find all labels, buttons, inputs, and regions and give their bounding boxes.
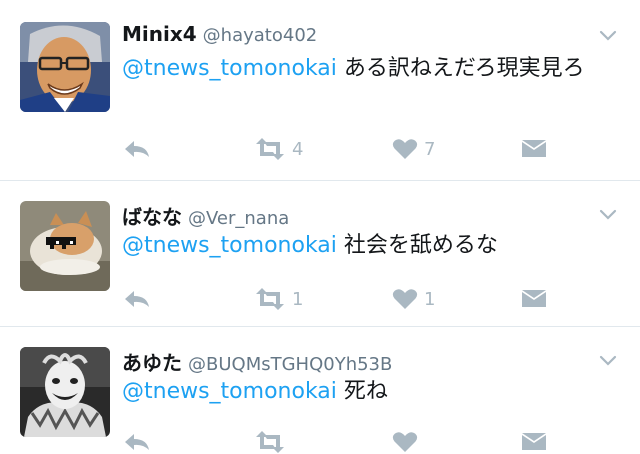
direct-message-button[interactable] — [520, 134, 548, 164]
tweet-text: @tnews_tomonokai ある訳ねえだろ現実見ろ — [122, 52, 627, 86]
clown-ruff-avatar — [20, 347, 110, 437]
retweet-icon — [256, 138, 284, 160]
retweet-button[interactable]: 4 — [254, 134, 303, 164]
direct-message-button[interactable] — [520, 427, 548, 454]
grinning-man-glasses-avatar — [20, 22, 110, 112]
like-button[interactable]: 7 — [392, 134, 435, 164]
chevron-down-icon[interactable] — [598, 28, 618, 42]
tweet-header: あゆた @BUQMsTGHQ0Yh53B — [122, 347, 392, 376]
direct-message-button[interactable] — [520, 284, 548, 314]
tweet-actions: 4 7 — [0, 134, 640, 164]
tweet-actions: 1 1 — [0, 284, 640, 314]
tweet[interactable]: Minix4 @hayato402 @tnews_tomonokai ある訳ねえだ… — [0, 0, 640, 180]
display-name[interactable]: Minix4 — [122, 22, 197, 46]
retweet-icon — [256, 288, 284, 310]
chevron-down-icon[interactable] — [598, 207, 618, 221]
tweet-body: ある訳ねえだろ現実見ろ — [336, 56, 585, 81]
heart-icon — [392, 289, 418, 309]
mention-link[interactable]: @tnews_tomonokai — [122, 379, 337, 404]
reply-icon — [125, 434, 149, 450]
display-name[interactable]: あゆた — [122, 351, 182, 375]
avatar[interactable] — [20, 347, 110, 437]
reply-icon — [125, 291, 149, 307]
tweet-text: @tnews_tomonokai 社会を舐めるな — [122, 229, 627, 263]
envelope-icon — [522, 140, 546, 157]
envelope-icon — [522, 433, 546, 450]
retweet-button[interactable] — [254, 427, 292, 454]
reply-icon — [125, 141, 149, 157]
retweet-icon — [256, 431, 284, 453]
retweet-button[interactable]: 1 — [254, 284, 303, 314]
avatar[interactable] — [20, 22, 110, 112]
mention-link[interactable]: @tnews_tomonokai — [122, 56, 337, 81]
tweet-body: 死ね — [336, 379, 388, 404]
user-handle[interactable]: @hayato402 — [203, 25, 318, 46]
tweet[interactable]: ばなな @Ver_nana @tnews_tomonokai 社会を舐めるな 1 … — [0, 180, 640, 326]
reply-button[interactable] — [122, 427, 152, 454]
avatar[interactable] — [20, 201, 110, 291]
tweet-header: Minix4 @hayato402 — [122, 22, 317, 46]
display-name[interactable]: ばなな — [122, 205, 182, 229]
heart-icon — [392, 432, 418, 452]
user-handle[interactable]: @BUQMsTGHQ0Yh53B — [188, 354, 392, 375]
cat-sunglasses-avatar — [20, 201, 110, 291]
chevron-down-icon[interactable] — [598, 353, 618, 367]
mention-link[interactable]: @tnews_tomonokai — [122, 233, 337, 258]
retweet-count: 1 — [292, 288, 304, 310]
reply-button[interactable] — [122, 134, 152, 164]
like-button[interactable] — [392, 427, 424, 454]
retweet-count: 4 — [292, 138, 304, 160]
like-count: 1 — [424, 288, 436, 310]
envelope-icon — [522, 290, 546, 307]
tweet-body: 社会を舐めるな — [336, 233, 498, 258]
tweet-actions — [0, 427, 640, 454]
like-button[interactable]: 1 — [392, 284, 435, 314]
tweet-header: ばなな @Ver_nana — [122, 201, 289, 230]
heart-icon — [392, 139, 418, 159]
reply-button[interactable] — [122, 284, 152, 314]
like-count: 7 — [424, 138, 436, 160]
tweet[interactable]: あゆた @BUQMsTGHQ0Yh53B @tnews_tomonokai 死ね — [0, 326, 640, 454]
tweet-text: @tnews_tomonokai 死ね — [122, 375, 627, 409]
user-handle[interactable]: @Ver_nana — [188, 208, 289, 229]
